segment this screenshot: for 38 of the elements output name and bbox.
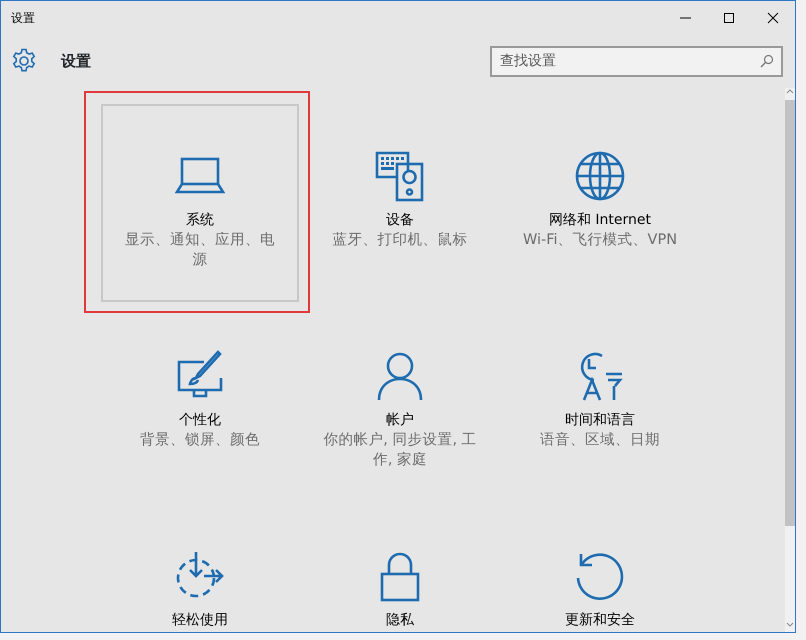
settings-tile[interactable]: 设备 蓝牙、打印机、鼠标 <box>301 104 499 302</box>
tile-title: 时间和语言 <box>565 411 635 430</box>
tile-description: 你的帐户, 同步设置, 工作, 家庭 <box>322 431 478 470</box>
tile-description: Wi-Fi、飞行模式、VPN <box>522 231 678 250</box>
tile-title: 隐私 <box>386 611 414 630</box>
scroll-up-icon[interactable] <box>786 88 794 94</box>
search-icon <box>760 54 774 68</box>
scrollbar[interactable] <box>785 88 795 632</box>
settings-tile[interactable]: 更新和安全 <box>501 504 699 632</box>
tile-title: 设备 <box>386 211 414 230</box>
tile-description: 蓝牙、打印机、鼠标 <box>332 231 468 250</box>
settings-tile[interactable]: 系统 显示、通知、应用、电源 <box>101 104 299 302</box>
window-title: 设置 <box>11 10 36 26</box>
settings-tile[interactable]: 轻松使用 <box>101 504 299 632</box>
settings-tile[interactable]: 个性化 背景、锁屏、颜色 <box>101 304 299 502</box>
maximize-icon <box>723 12 735 24</box>
keyboard-speaker-icon <box>374 150 426 202</box>
scroll-down-icon[interactable] <box>786 622 794 628</box>
tile-description: 背景、锁屏、颜色 <box>139 431 261 450</box>
page-title: 设置 <box>61 50 92 72</box>
tile-title: 帐户 <box>386 411 414 430</box>
tile-title: 个性化 <box>179 411 221 430</box>
settings-tile[interactable]: 时间和语言 语音、区域、日期 <box>501 304 699 502</box>
tile-title: 更新和安全 <box>565 611 635 630</box>
settings-icon <box>11 48 37 74</box>
tile-description: 语音、区域、日期 <box>539 430 661 450</box>
tile-title: 轻松使用 <box>172 611 228 630</box>
close-icon <box>767 12 779 24</box>
minimize-icon <box>680 16 690 18</box>
scrollbar-thumb[interactable] <box>785 100 795 526</box>
tile-description: 显示、通知、应用、电源 <box>124 230 276 270</box>
search-field[interactable]: 查找设置 <box>490 46 783 76</box>
tile-title: 网络和 Internet <box>548 211 652 230</box>
settings-tile[interactable]: 帐户 你的帐户, 同步设置, 工作, 家庭 <box>301 304 499 502</box>
settings-tile[interactable]: 网络和 Internet Wi-Fi、飞行模式、VPN <box>501 104 699 302</box>
tile-title: 系统 <box>186 211 214 230</box>
settings-tile[interactable]: 隐私 <box>301 504 499 632</box>
globe-icon <box>574 150 626 202</box>
